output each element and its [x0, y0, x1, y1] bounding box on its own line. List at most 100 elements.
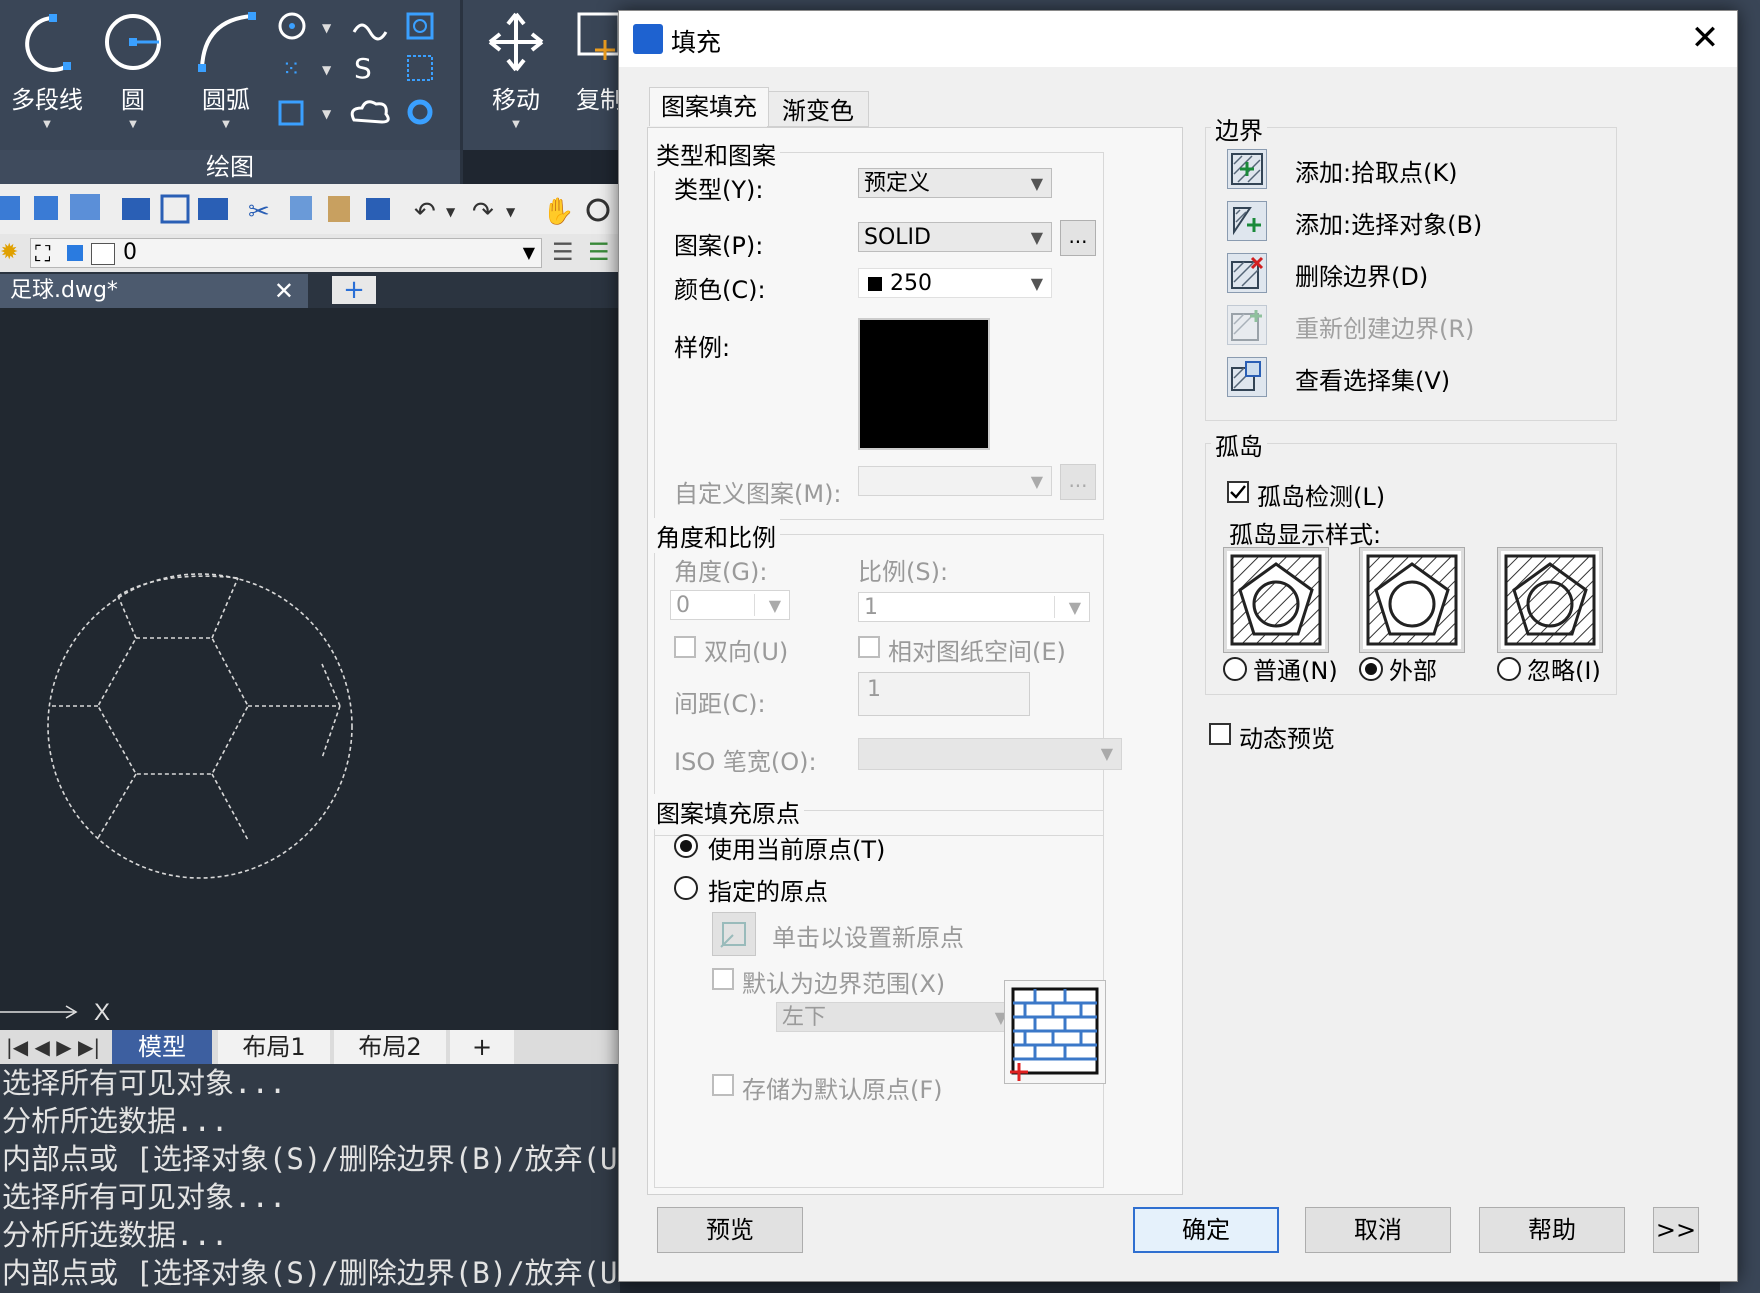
move-tool[interactable]: 移动 ▼ [482, 10, 550, 130]
circle-tool[interactable]: 圆 ▼ [98, 10, 168, 130]
chevron-down-icon[interactable]: ▼ [98, 119, 168, 130]
island-detection-checkbox[interactable] [1227, 481, 1249, 503]
tab-pattern-hatch[interactable]: 图案填充 [649, 87, 769, 126]
circle-label: 圆 [121, 86, 145, 114]
x-axis-label: X [94, 999, 110, 1026]
type-label: 类型(Y): [674, 176, 764, 204]
svg-text:▼: ▼ [322, 63, 332, 77]
arc-icon [198, 12, 256, 72]
select-objects-icon[interactable] [1227, 201, 1267, 241]
ok-button[interactable]: 确定 [1133, 1207, 1279, 1253]
document-tab[interactable]: 足球.dwg* ✕ [0, 274, 308, 308]
more-options-button[interactable]: >> [1653, 1207, 1699, 1253]
cmd-line: 选择所有可见对象... [2, 1066, 287, 1100]
tab-layout2[interactable]: 布局2 [334, 1030, 446, 1064]
chevron-down-icon[interactable]: ▼ [8, 119, 86, 130]
layer-manager-icon[interactable]: ☰ [552, 238, 574, 266]
arc-tool[interactable]: 圆弧 ▼ [186, 10, 266, 130]
close-button[interactable]: ✕ [1673, 11, 1737, 67]
divider [754, 594, 755, 616]
help-button[interactable]: 帮助 [1479, 1207, 1625, 1253]
cmd-line: 分析所选数据... [2, 1218, 229, 1252]
svg-text:✋: ✋ [542, 196, 574, 227]
polyline-tool[interactable]: 多段线 ▼ [8, 10, 86, 130]
island-outer-radio[interactable] [1359, 657, 1383, 681]
layout-nav-icons[interactable]: |◀ ◀ ▶ ▶| [6, 1030, 100, 1064]
color-value: 250 [890, 271, 932, 296]
arc-label: 圆弧 [202, 86, 250, 114]
pattern-swatch[interactable] [858, 318, 990, 450]
type-value: 预定义 [864, 171, 931, 196]
tab-gradient[interactable]: 渐变色 [767, 91, 869, 127]
soccer-ball-drawing: X [0, 573, 353, 1026]
cancel-button[interactable]: 取消 [1305, 1207, 1451, 1253]
custom-browse-button: ... [1060, 464, 1096, 500]
cmd-line: 内部点或 [选择对象(S)/删除边界(B)/放弃(U)]: [2, 1142, 620, 1176]
move-label: 移动 [492, 86, 540, 114]
specified-origin-radio[interactable] [674, 876, 698, 900]
drawing-viewport[interactable]: X [0, 308, 620, 1030]
double-checkbox [674, 636, 696, 658]
polyline-label: 多段线 [11, 86, 83, 114]
recreate-boundary-button: 重新创建边界(R) [1295, 315, 1475, 343]
angle-select: 0 ▼ [670, 590, 790, 620]
type-pattern-title: 类型和图案 [652, 136, 780, 171]
chevron-down-icon: ▼ [1030, 228, 1043, 247]
new-document-button[interactable]: + [332, 276, 376, 304]
add-layout-button[interactable]: + [450, 1030, 514, 1064]
add-select-objects-button[interactable]: 添加:选择对象(B) [1295, 205, 1482, 240]
svg-text:✂: ✂ [248, 197, 270, 227]
view-selections-icon[interactable] [1227, 357, 1267, 397]
lock-icon [67, 245, 83, 261]
dialog-title: 填充 [671, 28, 722, 57]
pattern-value: SOLID [864, 225, 931, 250]
use-current-origin-radio[interactable] [674, 834, 698, 858]
layer-dropdown[interactable]: ⛶ 0 ▼ [30, 238, 542, 268]
chevron-down-icon: ▼ [1100, 744, 1113, 763]
type-select[interactable]: 预定义 ▼ [858, 168, 1052, 198]
pattern-select[interactable]: SOLID ▼ [858, 222, 1052, 252]
island-outer-preview[interactable] [1359, 547, 1465, 653]
island-ignore-preview[interactable] [1497, 547, 1603, 653]
tab-model[interactable]: 模型 [112, 1030, 212, 1064]
island-normal-preview[interactable] [1223, 547, 1329, 653]
chevron-down-icon: ▼ [768, 596, 781, 615]
layer-state-icon: ⛶ [35, 242, 51, 267]
svg-text:▼: ▼ [446, 205, 456, 219]
boundaries-title: 边界 [1211, 111, 1267, 146]
command-history: 选择所有可见对象... 分析所选数据... 内部点或 [选择对象(S)/删除边界… [0, 1064, 620, 1293]
chevron-down-icon[interactable]: ▼ [482, 119, 550, 130]
color-select[interactable]: 250 ▼ [858, 268, 1052, 298]
layer-prev-icon[interactable]: ☰ [588, 238, 610, 266]
remove-boundaries-icon[interactable] [1227, 253, 1267, 293]
custom-pattern-label: 自定义图案(M): [674, 480, 842, 508]
custom-pattern-select: ▼ [858, 466, 1052, 496]
set-origin-icon [712, 912, 756, 956]
islands-title: 孤岛 [1211, 427, 1267, 462]
pattern-browse-button[interactable]: ... [1060, 220, 1096, 256]
layer-color-swatch [91, 243, 115, 265]
island-ignore-label: 忽略(I) [1527, 657, 1601, 685]
tab-layout1[interactable]: 布局1 [218, 1030, 330, 1064]
draw-small-tools-icon[interactable]: ▼ ⁙ ▼ S ▼ [272, 10, 452, 130]
toolbar-icons[interactable]: ✂ ↶ ▼ ↷ ▼ ✋ [0, 190, 620, 228]
add-pick-points-button[interactable]: 添加:拾取点(K) [1295, 153, 1458, 188]
copy-label: 复制 [576, 86, 624, 114]
island-ignore-radio[interactable] [1497, 657, 1521, 681]
dynamic-preview-checkbox[interactable] [1209, 723, 1231, 745]
chevron-down-icon: ▼ [1030, 472, 1043, 491]
remove-boundaries-button[interactable]: 删除边界(D) [1295, 257, 1428, 292]
app-icon [633, 24, 663, 54]
checkmark-icon [1230, 485, 1246, 499]
iso-pen-label: ISO 笔宽(O): [674, 748, 817, 776]
view-selections-button[interactable]: 查看选择集(V) [1295, 361, 1450, 396]
recreate-boundary-icon [1227, 305, 1267, 345]
close-icon[interactable]: ✕ [274, 274, 294, 308]
scale-select: 1 ▼ [858, 592, 1090, 622]
cmd-line: 分析所选数据... [2, 1104, 229, 1138]
pick-points-icon[interactable] [1227, 149, 1267, 189]
preview-button[interactable]: 预览 [657, 1207, 803, 1253]
island-normal-radio[interactable] [1223, 657, 1247, 681]
layer-name: 0 [123, 240, 137, 265]
chevron-down-icon[interactable]: ▼ [186, 119, 266, 130]
